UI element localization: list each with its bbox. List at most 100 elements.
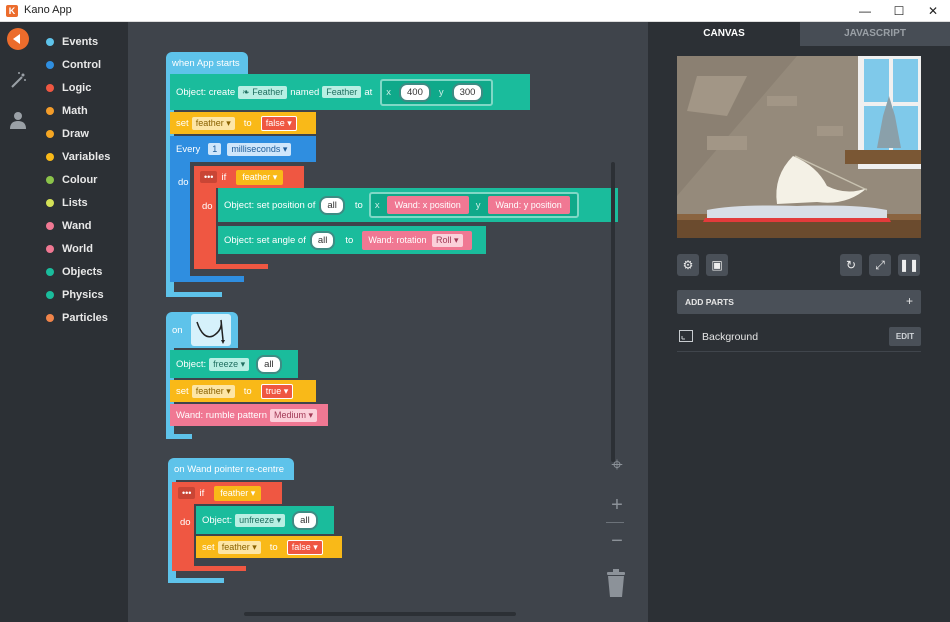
variable-dropdown[interactable]: feather ▾	[191, 116, 235, 130]
recenter-target-icon[interactable]: ⌖	[606, 454, 628, 478]
gesture-block-foot	[166, 434, 192, 439]
more-options-icon[interactable]: •••	[200, 171, 218, 183]
y-label: y	[438, 86, 444, 98]
on-wand-recentre-block[interactable]: on Wand pointer re-centre	[168, 458, 294, 480]
close-button[interactable]: ✕	[916, 0, 950, 22]
category-math[interactable]: Math	[46, 102, 88, 120]
if-block[interactable]: ••• if feather ▾	[172, 482, 282, 504]
category-colour[interactable]: Colour	[46, 171, 97, 189]
category-particles[interactable]: Particles	[46, 309, 108, 327]
pause-button[interactable]: ❚❚	[898, 254, 920, 276]
if-condition-variable[interactable]: feather ▾	[214, 485, 262, 501]
rumble-pattern-block[interactable]: Wand: rumble pattern Medium ▾	[170, 404, 328, 426]
object-all-input[interactable]: all	[319, 195, 345, 215]
x-value-input[interactable]: 400	[399, 82, 431, 102]
category-world[interactable]: World	[46, 240, 93, 258]
trash-icon[interactable]	[604, 568, 628, 598]
unfreeze-dropdown[interactable]: unfreeze ▾	[235, 513, 286, 527]
block-label: at	[364, 86, 373, 98]
object-type-dropdown[interactable]: ❧ Feather	[238, 85, 288, 99]
object-all-input[interactable]: all	[256, 354, 282, 374]
block-label: Object: set position of	[224, 199, 316, 211]
every-value-input[interactable]: 1	[208, 143, 222, 155]
when-app-starts-block[interactable]: when App starts	[166, 52, 248, 74]
category-objects[interactable]: Objects	[46, 263, 102, 281]
kano-logo-icon[interactable]	[7, 28, 29, 50]
more-options-icon[interactable]: •••	[178, 487, 196, 499]
if-condition-variable[interactable]: feather ▾	[236, 169, 284, 185]
category-variables[interactable]: Variables	[46, 148, 110, 166]
rumble-dropdown[interactable]: Medium ▾	[270, 408, 318, 422]
category-logic[interactable]: Logic	[46, 79, 91, 97]
dropdown-value: feather	[195, 385, 224, 396]
block-label: if	[199, 487, 205, 499]
category-events[interactable]: Events	[46, 33, 98, 51]
category-label: Math	[62, 105, 88, 117]
object-name-field[interactable]: Feather	[322, 86, 362, 98]
minimize-button[interactable]: —	[848, 0, 882, 22]
fullscreen-button[interactable]: ⤢	[869, 254, 891, 276]
canvas-preview[interactable]	[677, 56, 921, 238]
object-create-block[interactable]: Object: create ❧ Feather named Feather a…	[170, 74, 530, 110]
variable-dropdown[interactable]: feather ▾	[191, 384, 235, 398]
tab-canvas[interactable]: CANVAS	[648, 22, 800, 46]
category-draw[interactable]: Draw	[46, 125, 89, 143]
set-variable-block[interactable]: set feather ▾ to false ▾	[196, 536, 342, 558]
zoom-in-button[interactable]: +	[606, 494, 628, 518]
block-label: Object:	[202, 514, 233, 526]
category-physics[interactable]: Physics	[46, 286, 104, 304]
category-lists[interactable]: Lists	[46, 194, 88, 212]
category-wand[interactable]: Wand	[46, 217, 92, 235]
background-icon	[679, 330, 693, 342]
block-workspace[interactable]: when App starts Object: create ❧ Feather…	[128, 22, 648, 622]
category-label: Control	[62, 59, 102, 71]
block-label: to	[354, 199, 363, 211]
wand-rotation-block[interactable]: Wand: rotation Roll ▾	[362, 230, 472, 250]
y-value-input[interactable]: 300	[451, 82, 484, 102]
dropdown-value: true	[265, 385, 282, 396]
every-block[interactable]: Every 1 milliseconds ▾	[170, 136, 316, 162]
block-label: Wand: rumble pattern	[176, 409, 267, 421]
set-variable-block[interactable]: set feather ▾ to true ▾	[170, 380, 316, 402]
wand-x-position-block[interactable]: Wand: x position	[386, 196, 469, 214]
false-dropdown[interactable]: false ▾	[286, 539, 323, 555]
save-button[interactable]: ▣	[706, 254, 728, 276]
if-block[interactable]: ••• if feather ▾	[194, 166, 304, 188]
vertical-scrollbar[interactable]	[611, 162, 615, 462]
tab-javascript[interactable]: JAVASCRIPT	[800, 22, 950, 46]
restart-button[interactable]: ↻	[840, 254, 862, 276]
category-dot	[46, 61, 54, 69]
object-all-input[interactable]: all	[309, 230, 336, 250]
category-dot	[46, 130, 54, 138]
false-dropdown[interactable]: false ▾	[260, 115, 297, 131]
on-gesture-block[interactable]: on	[166, 312, 238, 348]
freeze-dropdown[interactable]: freeze ▾	[209, 357, 250, 371]
part-row-background[interactable]: Background EDIT	[677, 322, 921, 352]
wand-y-position-block[interactable]: Wand: y position	[487, 196, 570, 214]
set-variable-block[interactable]: set feather ▾ to false ▾	[170, 112, 316, 134]
set-angle-block[interactable]: Object: set angle of all to Wand: rotati…	[218, 226, 486, 254]
horizontal-scrollbar[interactable]	[244, 612, 516, 616]
zoom-out-button[interactable]: −	[606, 530, 628, 554]
category-control[interactable]: Control	[46, 56, 101, 74]
settings-button[interactable]: ⚙	[677, 254, 699, 276]
if-block-foot	[194, 264, 268, 269]
maximize-button[interactable]: ☐	[882, 0, 916, 22]
user-icon[interactable]	[8, 110, 28, 130]
time-unit-dropdown[interactable]: milliseconds ▾	[227, 142, 292, 156]
add-parts-button[interactable]: ADD PARTS +	[677, 290, 921, 314]
add-parts-label: ADD PARTS	[685, 297, 734, 307]
dropdown-value: feather	[220, 487, 249, 498]
edit-button[interactable]: EDIT	[889, 327, 921, 346]
dropdown-value: Feather	[252, 86, 284, 97]
category-dot	[46, 268, 54, 276]
object-unfreeze-block[interactable]: Object: unfreeze ▾ all	[196, 506, 334, 534]
wand-icon[interactable]	[8, 70, 28, 90]
object-freeze-block[interactable]: Object: freeze ▾ all	[170, 350, 298, 378]
rotation-axis-dropdown[interactable]: Roll ▾	[432, 233, 463, 247]
variable-dropdown[interactable]: feather ▾	[217, 540, 261, 554]
gesture-icon[interactable]	[190, 314, 231, 346]
true-dropdown[interactable]: true ▾	[260, 383, 294, 399]
object-all-input[interactable]: all	[292, 510, 318, 530]
set-position-block[interactable]: Object: set position of all to x Wand: x…	[218, 188, 618, 222]
